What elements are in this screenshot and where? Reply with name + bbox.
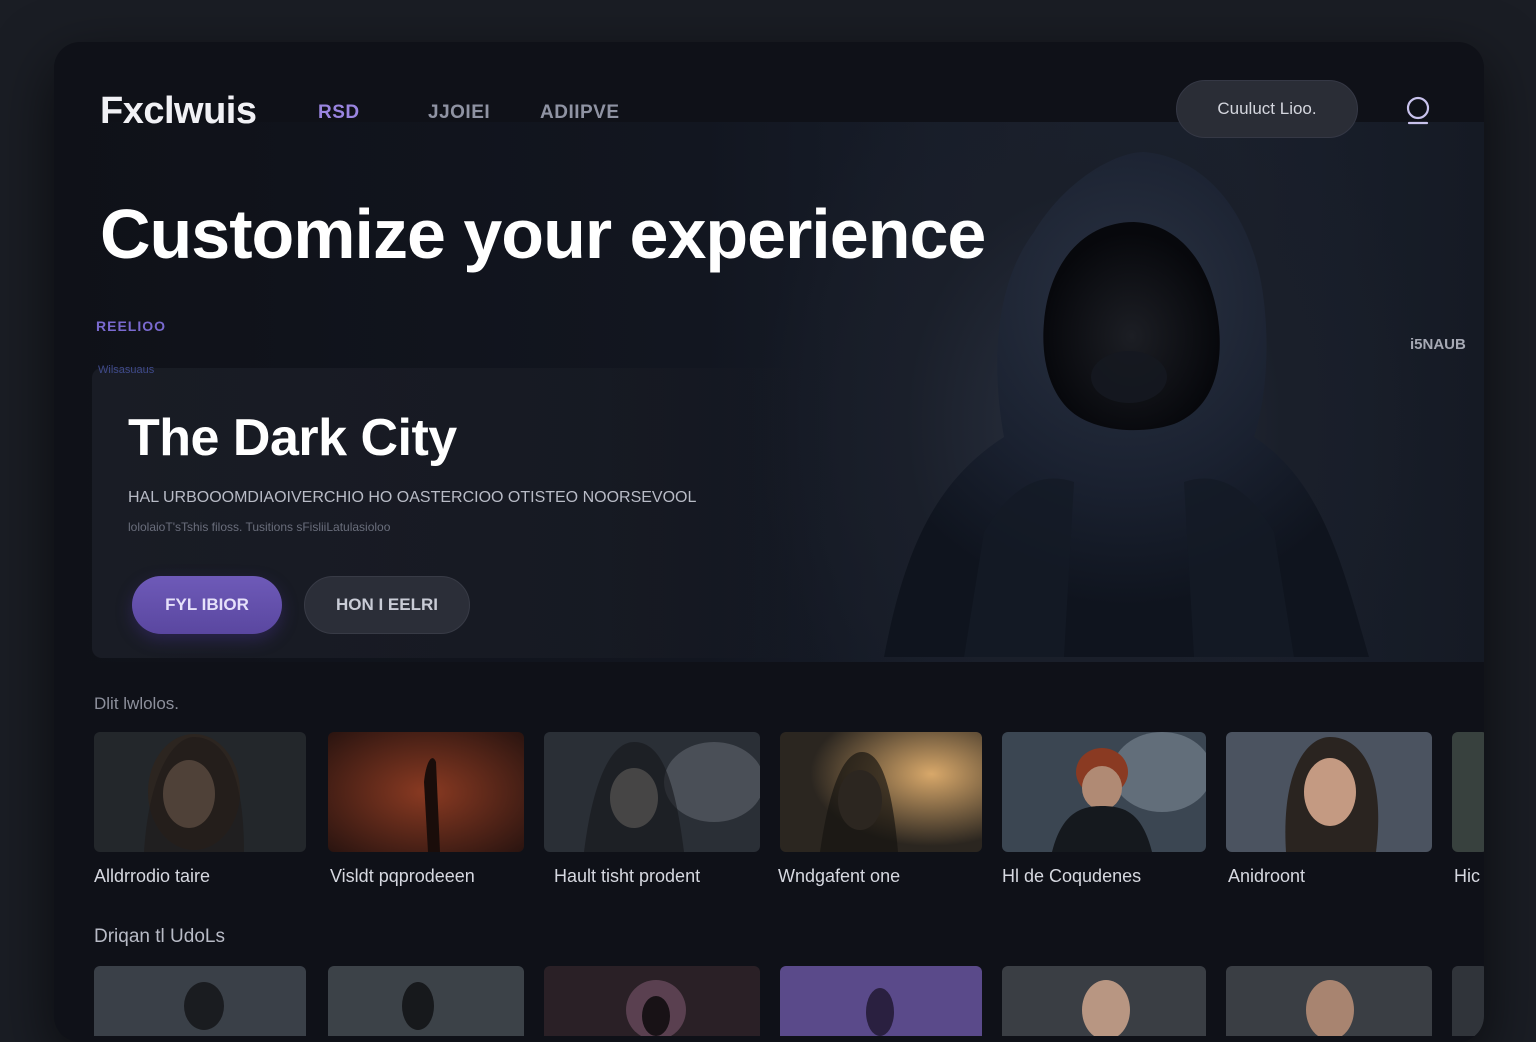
thumbnail-5[interactable]: [1002, 732, 1206, 852]
content-row-1: Alldrrodio taire Visldt pqprodeeen Hault…: [94, 732, 1484, 892]
app-logo[interactable]: Fxclwuis: [100, 90, 257, 133]
app-window: Fxclwuis RSD JJOIEI ADIIPVE Cuuluct Lioo…: [54, 42, 1484, 1042]
content-row-2: [94, 966, 1484, 1042]
thumbnail-image: [780, 966, 982, 1036]
page-headline: Customize your experience: [100, 195, 986, 273]
thumbnail-image: [1002, 732, 1206, 852]
hero-sub-kicker: Wilsasuaus: [98, 364, 155, 376]
thumbnail-2[interactable]: [328, 732, 524, 852]
hero-kicker: REELIOO: [96, 318, 167, 334]
feature-title: The Dark City: [128, 409, 457, 467]
thumbnail-3[interactable]: [544, 732, 760, 852]
more-info-button[interactable]: HON I EELRI: [304, 576, 470, 634]
nav-link-3[interactable]: ADIIPVE: [540, 102, 620, 124]
play-button[interactable]: FYL IBIOR: [132, 576, 282, 634]
thumbnail-label-2[interactable]: Visldt pqprodeeen: [330, 866, 475, 887]
thumbnail-row2-4[interactable]: [780, 966, 982, 1036]
hero-side-tag: i5NAUB: [1410, 336, 1466, 353]
thumbnail-image: [544, 732, 760, 852]
thumbnail-image: [1452, 966, 1484, 1036]
row-title-2: Driqan tl UdoLs: [94, 926, 225, 947]
thumbnail-image: [1002, 966, 1206, 1036]
top-navigation: Fxclwuis RSD JJOIEI ADIIPVE Cuuluct Lioo…: [54, 42, 1484, 182]
thumbnail-1[interactable]: [94, 732, 306, 852]
thumbnail-image: [328, 732, 524, 852]
thumbnail-label-5[interactable]: Hl de Coqudenes: [1002, 866, 1141, 887]
thumbnail-row2-3[interactable]: [544, 966, 760, 1036]
thumbnail-image: [1226, 966, 1432, 1036]
thumbnail-row2-1[interactable]: [94, 966, 306, 1036]
feature-description-secondary: lololaioT'sTshis filoss. Tusitions sFisl…: [128, 520, 391, 534]
nav-link-1[interactable]: RSD: [318, 102, 360, 124]
thumbnail-4[interactable]: [780, 732, 982, 852]
thumbnail-6[interactable]: [1226, 732, 1432, 852]
thumbnail-image: [544, 966, 760, 1036]
feature-description: HAL URBOOOMDIAOIVERCHIO HO OASTERCIOO OT…: [128, 489, 697, 506]
thumbnail-label-7[interactable]: Hic: [1454, 866, 1480, 887]
thumbnail-label-3[interactable]: Hault tisht prodent: [554, 866, 700, 887]
thumbnail-label-1[interactable]: Alldrrodio taire: [94, 866, 210, 887]
nav-cta-button[interactable]: Cuuluct Lioo.: [1176, 80, 1358, 138]
thumbnail-label-4[interactable]: Wndgafent one: [778, 866, 900, 887]
thumbnail-image: [94, 966, 306, 1036]
thumbnail-image: [1226, 732, 1432, 852]
thumbnail-7[interactable]: [1452, 732, 1484, 852]
thumbnail-row2-7[interactable]: [1452, 966, 1484, 1036]
thumbnail-image: [1452, 732, 1484, 852]
nav-link-2[interactable]: JJOIEI: [428, 102, 490, 124]
thumbnail-label-6[interactable]: Anidroont: [1228, 866, 1305, 887]
row-title-1: Dlit lwlolos.: [94, 694, 180, 713]
thumbnail-row2-2[interactable]: [328, 966, 524, 1036]
search-button[interactable]: [1390, 82, 1446, 138]
thumbnail-image: [94, 732, 306, 852]
thumbnail-image: [328, 966, 524, 1036]
thumbnail-row2-6[interactable]: [1226, 966, 1432, 1036]
thumbnail-image: [780, 732, 982, 852]
thumbnail-row2-5[interactable]: [1002, 966, 1206, 1036]
search-icon: [1406, 96, 1430, 125]
